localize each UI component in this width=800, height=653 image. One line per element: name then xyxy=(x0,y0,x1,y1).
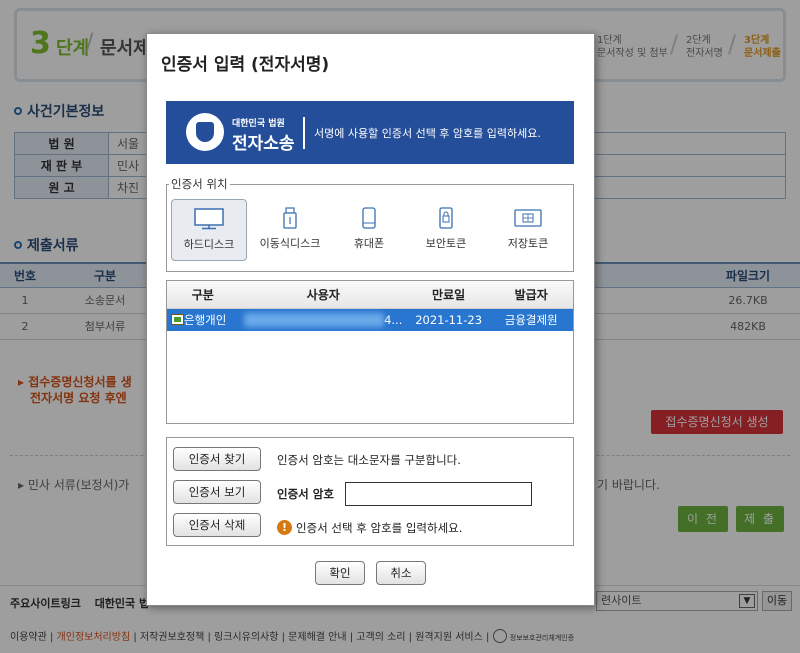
col-expiry: 만료일 xyxy=(432,288,466,302)
cert-row-selected[interactable]: 은행개인 4... 2021-11-23 금융결제원 xyxy=(167,309,573,331)
banner-org-small: 대한민국 법원 xyxy=(232,119,285,129)
warning-message: 인증서 선택 후 암호를 입력하세요. xyxy=(296,521,463,535)
cancel-button[interactable]: 취소 xyxy=(376,561,426,585)
monitor-icon xyxy=(194,208,224,230)
location-harddisk-label: 하드디스크 xyxy=(183,238,235,251)
banner-org-big: 전자소송 xyxy=(232,134,295,154)
location-phone[interactable]: 휴대폰 xyxy=(339,199,399,261)
cert-type: 은행개인 xyxy=(184,313,227,327)
banner-divider xyxy=(303,117,305,149)
delete-cert-button[interactable]: 인증서 삭제 xyxy=(173,513,261,537)
banner-message: 서명에 사용할 인증서 선택 후 암호를 입력하세요. xyxy=(314,127,541,140)
phone-icon xyxy=(362,207,376,229)
cert-expiry: 2021-11-23 xyxy=(415,313,483,327)
ok-button[interactable]: 확인 xyxy=(315,561,365,585)
certificate-icon xyxy=(171,314,184,325)
cert-type-cell: 은행개인 xyxy=(167,309,239,331)
location-removable[interactable]: 이동식디스크 xyxy=(255,199,325,261)
location-storage-token[interactable]: 저장토큰 xyxy=(493,199,563,261)
dialog-banner: 대한민국 법원 전자소송 서명에 사용할 인증서 선택 후 암호를 입력하세요. xyxy=(166,101,574,164)
redacted-user xyxy=(244,313,385,327)
certificate-dialog: 인증서 입력 (전자서명) 대한민국 법원 전자소송 서명에 사용할 인증서 선… xyxy=(146,33,595,606)
cert-issuer: 금융결제원 xyxy=(504,313,558,327)
cert-list-header: 구분 사용자 만료일 발급자 xyxy=(167,281,573,309)
usb-icon xyxy=(283,207,297,229)
view-cert-button[interactable]: 인증서 보기 xyxy=(173,480,261,504)
cert-list: 구분 사용자 만료일 발급자 은행개인 4... 2021-11-23 금융결제… xyxy=(166,280,574,424)
col-issuer: 발급자 xyxy=(514,288,548,302)
col-user: 사용자 xyxy=(306,288,340,302)
location-storage-token-label: 저장토큰 xyxy=(507,237,549,250)
cert-user-cell: 4... xyxy=(239,309,408,331)
case-sensitive-note: 인증서 암호는 대소문자를 구분합니다. xyxy=(277,453,461,467)
location-security-token[interactable]: 보안토큰 xyxy=(413,199,479,261)
cert-location-group: 하드디스크 이동식디스크 휴대폰 보안토큰 저장토큰 xyxy=(166,184,574,272)
location-phone-label: 휴대폰 xyxy=(353,237,385,250)
location-security-token-label: 보안토큰 xyxy=(425,237,467,250)
cert-actions-group: 인증서 찾기 인증서 암호는 대소문자를 구분합니다. 인증서 보기 인증서 암… xyxy=(166,437,574,546)
find-cert-button[interactable]: 인증서 찾기 xyxy=(173,447,261,471)
cert-location-legend: 인증서 위치 xyxy=(169,176,230,192)
password-input[interactable] xyxy=(345,482,532,506)
col-type: 구분 xyxy=(191,288,214,302)
warning-icon: ! xyxy=(277,520,292,535)
location-harddisk[interactable]: 하드디스크 xyxy=(171,199,247,261)
password-label: 인증서 암호 xyxy=(277,487,334,501)
location-removable-label: 이동식디스크 xyxy=(259,237,321,250)
storage-token-icon xyxy=(514,209,542,227)
dialog-title: 인증서 입력 (전자서명) xyxy=(161,55,330,75)
cert-user-suffix: 4... xyxy=(384,313,403,327)
security-token-icon xyxy=(439,207,453,229)
court-logo-icon xyxy=(186,113,224,151)
